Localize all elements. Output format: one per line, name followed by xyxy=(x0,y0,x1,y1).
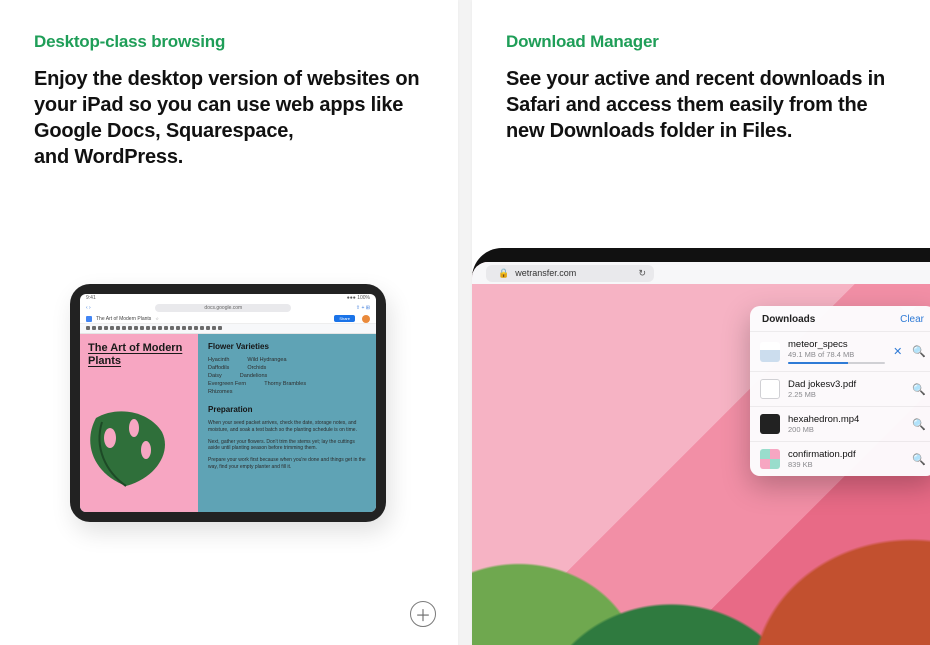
browser-tab-bar: The Art of Modern Plants ☆ Share xyxy=(80,314,376,324)
docs-toolbar xyxy=(80,324,376,334)
lock-icon: 🔒 xyxy=(498,268,509,279)
feature-body: See your active and recent downloads in … xyxy=(506,66,896,144)
feature-title: Download Manager xyxy=(506,32,896,52)
reload-icon[interactable]: ↻ xyxy=(638,268,646,279)
docs-favicon-icon xyxy=(86,316,92,322)
file-meta: 839 KB xyxy=(788,460,904,469)
reveal-in-files-icon[interactable]: 🔍 xyxy=(912,383,926,396)
tab-title: The Art of Modern Plants xyxy=(96,316,151,322)
popover-title: Downloads xyxy=(762,314,815,325)
reveal-in-files-icon[interactable]: 🔍 xyxy=(912,345,926,358)
file-meta: 200 MB xyxy=(788,425,904,434)
file-name: meteor_specs xyxy=(788,339,885,350)
file-name: confirmation.pdf xyxy=(788,449,904,460)
file-name: Dad jokesv3.pdf xyxy=(788,379,904,390)
paragraph: When your seed packet arrives, check the… xyxy=(208,420,366,434)
safari-toolbar: 🔒 wetransfer.com ↻ + xyxy=(472,262,930,284)
download-row[interactable]: Dad jokesv3.pdf 2.25 MB 🔍 xyxy=(750,371,930,406)
cancel-download-icon[interactable]: ✕ xyxy=(893,345,902,358)
file-thumb-icon xyxy=(760,342,780,362)
ipad-device-left: 9:41●●● 100% ‹ › docs.google.com ⇧ + ⊞ T… xyxy=(70,284,386,522)
feature-card-browsing: Desktop-class browsing Enjoy the desktop… xyxy=(0,0,458,645)
download-row[interactable]: confirmation.pdf 839 KB 🔍 xyxy=(750,441,930,476)
download-progress xyxy=(788,362,885,364)
monstera-leaf-icon xyxy=(80,404,176,494)
reveal-in-files-icon[interactable]: 🔍 xyxy=(912,453,926,466)
document-canvas: The Art of Modern Plants Flower Varietie… xyxy=(80,334,376,512)
feature-title: Desktop-class browsing xyxy=(34,32,424,52)
status-bar: 9:41●●● 100% xyxy=(80,294,376,302)
feature-card-downloads: Download Manager See your active and rec… xyxy=(472,0,930,645)
reveal-in-files-icon[interactable]: 🔍 xyxy=(912,418,926,431)
expand-button[interactable]: ＋ xyxy=(410,601,436,627)
url-text: wetransfer.com xyxy=(515,268,576,278)
file-thumb-icon xyxy=(760,449,780,469)
file-name: hexahedron.mp4 xyxy=(788,414,904,425)
ipad-screen: 🔒 wetransfer.com ↻ + xyxy=(472,262,930,645)
url-text: docs.google.com xyxy=(204,305,242,311)
clear-button[interactable]: Clear xyxy=(900,314,924,325)
section-heading: Flower Varieties xyxy=(208,342,366,351)
paragraph: Next, gather your flowers. Don't trim th… xyxy=(208,439,366,453)
doc-heading: The Art of Modern Plants xyxy=(88,342,198,367)
file-thumb-icon xyxy=(760,414,780,434)
file-meta: 2.25 MB xyxy=(788,390,904,399)
download-row[interactable]: hexahedron.mp4 200 MB 🔍 xyxy=(750,406,930,441)
feature-body: Enjoy the desktop version of websites on… xyxy=(34,66,424,170)
share-button[interactable]: Share xyxy=(334,315,355,322)
ipad-screen: 9:41●●● 100% ‹ › docs.google.com ⇧ + ⊞ T… xyxy=(80,294,376,512)
file-meta: 49.1 MB of 78.4 MB xyxy=(788,350,885,359)
ipad-device-right: 🔒 wetransfer.com ↻ + xyxy=(472,248,930,645)
file-thumb-icon xyxy=(760,379,780,399)
plus-icon: ＋ xyxy=(415,602,431,626)
address-bar: ‹ › docs.google.com ⇧ + ⊞ xyxy=(80,302,376,314)
section-heading: Preparation xyxy=(208,405,366,414)
address-bar[interactable]: 🔒 wetransfer.com ↻ xyxy=(486,265,654,282)
account-avatar-icon[interactable] xyxy=(362,315,370,323)
paragraph: Prepare your work first because when you… xyxy=(208,457,366,471)
download-row[interactable]: meteor_specs 49.1 MB of 78.4 MB ✕ 🔍 xyxy=(750,331,930,371)
downloads-popover: Downloads Clear meteor_specs 49.1 MB of … xyxy=(750,306,930,476)
